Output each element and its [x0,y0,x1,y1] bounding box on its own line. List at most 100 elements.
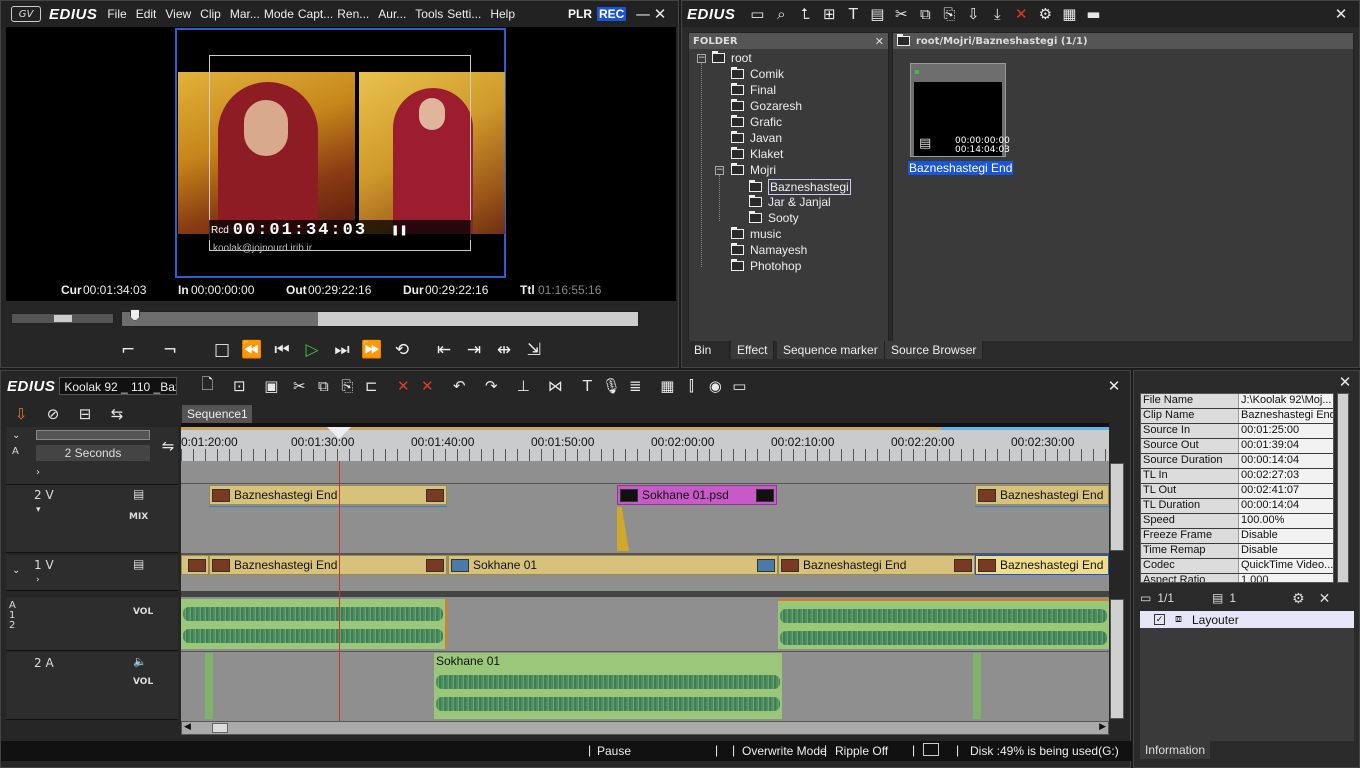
properties-icon[interactable]: ⚙ [1033,3,1057,25]
delete-icon[interactable]: ✕ [1009,3,1033,25]
tab-source-browser[interactable]: Source Browser [885,341,984,359]
step-forward-icon[interactable]: ⏭ [327,337,357,363]
scale-lock-icon[interactable]: ⌄ [12,430,20,441]
hscroll-thumb[interactable] [212,723,228,733]
send-to-player-icon[interactable]: ⇩ [961,3,985,25]
color-wheel-icon[interactable]: ◉ [703,375,727,397]
tree-item-sooty[interactable]: Sooty [749,211,799,225]
delete-clip-icon[interactable]: ✕ [391,375,415,397]
menu-help[interactable]: Help [490,7,515,21]
track-header-v1[interactable]: ⌄ 1 V ▤ › [6,555,178,591]
menu-marker[interactable]: Mar... [230,7,260,21]
stop-icon[interactable]: □ [207,337,237,363]
mixer-icon[interactable]: ⫿ [679,375,703,397]
clip-v2-bazneshastegi-c[interactable]: Bazneshastegi End [975,485,1109,505]
track-v2-video-icon[interactable]: ▤ [133,487,144,501]
timeline-cut-icon[interactable]: ✂ [287,375,311,397]
track-header-a2[interactable]: 2 A 🔈 VOL [6,652,178,720]
menu-tools[interactable]: Tools [415,7,443,21]
menu-clip[interactable]: Clip [200,7,221,21]
shuttle-handle[interactable] [54,315,72,322]
title-icon[interactable]: T [841,3,865,25]
table-icon[interactable]: ▦ [655,375,679,397]
overwrite-icon[interactable]: ⇥ [459,337,489,363]
scale-value[interactable]: 2 Seconds [36,445,150,461]
open-project-icon[interactable]: ⊡ [227,375,251,397]
mode-a-icon[interactable]: ⇩ [9,403,33,425]
info-vscrollbar[interactable] [1337,393,1349,583]
loop-icon[interactable]: ⟲ [387,337,417,363]
timeline-close-icon[interactable]: ✕ [1102,375,1126,397]
tree-collapse-root-icon[interactable]: − [697,54,706,63]
clip-v1-start[interactable] [181,555,209,575]
tree-item-namayesh[interactable]: Namayesh [731,243,807,257]
tree-item-mojri[interactable]: Mojri [731,163,776,177]
ruler-sync-icon[interactable]: ⇋ [156,435,180,457]
track-header-v2[interactable]: 2 V ▤ ▾ MIX [6,485,178,553]
tree-item-javan[interactable]: Javan [731,131,782,145]
search-icon[interactable]: ⌕ [769,3,793,25]
audio-a12-clip-a[interactable] [181,599,447,649]
menu-aurora[interactable]: Aur... [378,7,406,21]
set-out-icon[interactable]: ¬ [155,337,185,363]
window-icon[interactable]: ▬ [1081,3,1105,25]
menu-settings[interactable]: Setti... [447,7,481,21]
track-area[interactable]: Bazneshastegi End Sokhane 01.psd Baznesh… [181,461,1109,721]
track-v1-sync-icon[interactable]: ⌄ [12,565,20,576]
transition-icon[interactable]: ⋈ [543,375,567,397]
status-ripple[interactable]: Ripple Off [835,744,888,758]
track-v2-expand-icon[interactable]: ▾ [36,505,41,515]
audio-a12-clip-b[interactable] [778,599,1109,649]
clip-v1-sokhane[interactable]: Sokhane 01 [448,555,778,575]
mode-c-icon[interactable]: ⊟ [73,403,97,425]
timeline-ruler[interactable]: 0:01:20:00 00:01:30:00 00:01:40:00 00:01… [181,427,1109,461]
track-a2-vol[interactable]: VOL [133,677,153,687]
project-name[interactable]: Koolak 92 _ 110 _Baz... [59,377,178,395]
expand-icon[interactable]: › [36,467,40,478]
replace-icon[interactable]: ⇹ [489,337,519,363]
up-folder-icon[interactable]: ⮤ [793,3,817,25]
audio-a2-start[interactable] [205,653,213,719]
ripple-delete-icon[interactable]: ✕ [415,375,439,397]
save-project-icon[interactable]: ▣ [259,375,283,397]
track-v1-video-icon[interactable]: ▤ [133,557,144,571]
tree-item-jar-janjal[interactable]: Jar & Janjal [749,195,831,209]
undo-icon[interactable]: ↶ [447,375,471,397]
tab-information[interactable]: Information [1140,741,1211,759]
position-slider[interactable] [121,309,639,327]
tree-item-photohop[interactable]: Photohop [731,259,801,273]
scroll-left-icon[interactable]: ◀ [184,722,191,732]
redo-icon[interactable]: ↷ [479,375,503,397]
folder-open-icon[interactable]: ▭ [745,3,769,25]
tree-item-grafic[interactable]: Grafic [731,115,782,129]
sequence-tab[interactable]: Sequence1 [182,405,252,423]
info-close-icon[interactable]: ✕ [1333,371,1357,393]
color-bars-icon[interactable]: ▤ [865,3,889,25]
playhead-marker-icon[interactable] [327,427,351,439]
layer-checkbox[interactable]: ✓ [1154,614,1165,625]
rec-label[interactable]: REC [597,7,627,21]
set-in-icon[interactable]: ⌐ [113,337,143,363]
timeline-title-icon[interactable]: T [575,375,599,397]
add-to-timeline-icon[interactable]: ⤓ [985,3,1009,25]
clip-v2-bazneshastegi-a[interactable]: Bazneshastegi End [209,485,447,505]
tree-item-root[interactable]: root [712,51,752,65]
tree-item-music[interactable]: music [731,227,781,241]
tree-item-final[interactable]: Final [731,83,776,97]
tree-item-gozaresh[interactable]: Gozaresh [731,99,802,113]
clip-v2-sokhane-psd[interactable]: Sokhane 01.psd [617,485,777,505]
cut-icon[interactable]: ✂ [889,3,913,25]
track-a2-speaker-icon[interactable]: 🔈 [133,655,147,668]
layer-delete-icon[interactable]: ✕ [1319,590,1331,607]
audio-a2-end[interactable] [973,653,981,719]
insert-icon[interactable]: ⇤ [429,337,459,363]
tab-bin[interactable]: Bin [688,341,730,359]
mode-d-icon[interactable]: ⇆ [105,403,129,425]
status-overwrite[interactable]: Overwrite Mode [742,744,827,758]
tree-item-klaket[interactable]: Klaket [731,147,783,161]
track-header-a12[interactable]: A12 VOL [6,597,178,651]
tree-item-comik[interactable]: Comik [731,67,784,81]
close-icon[interactable]: ✕ [648,3,672,25]
scroll-right-icon[interactable]: ▶ [1099,722,1106,732]
layer-item-layouter[interactable]: ✓ ⧈ Layouter [1140,611,1354,628]
